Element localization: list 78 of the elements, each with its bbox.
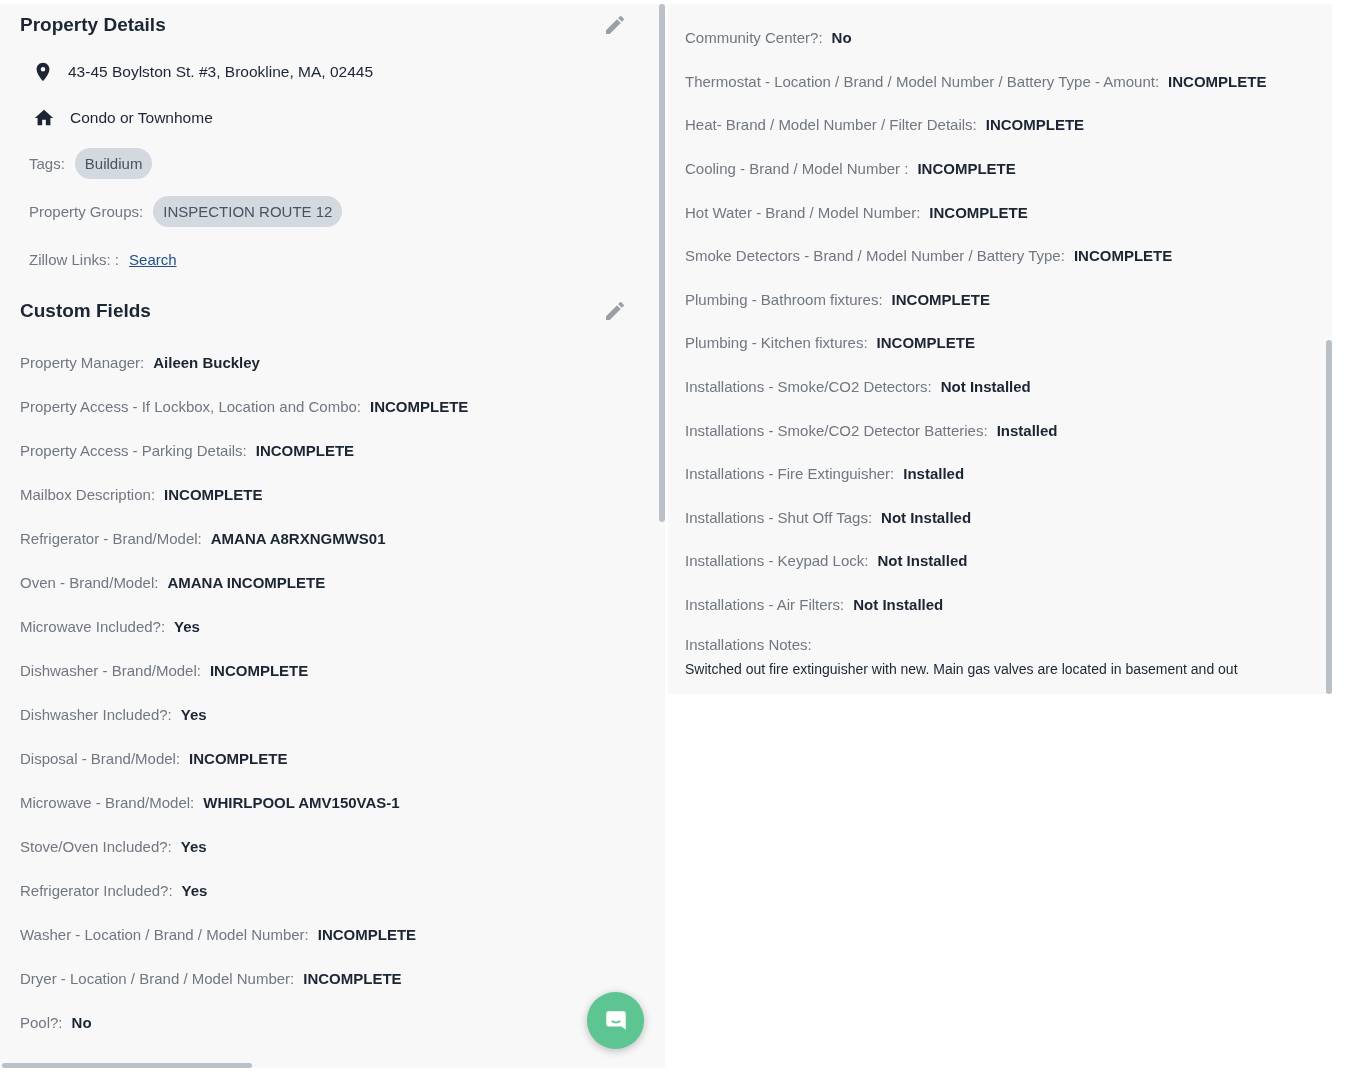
field-value: INCOMPLETE bbox=[985, 116, 1085, 134]
field-value: INCOMPLETE bbox=[929, 203, 1028, 221]
field-label: Washer - Location / Brand / Model Number: bbox=[20, 925, 309, 943]
field-label: Installations - Smoke/CO2 Detector Batteries: bbox=[685, 421, 988, 439]
field-label: Microwave Included?: bbox=[20, 617, 166, 635]
field-label: Plumbing - Kitchen fixtures: bbox=[685, 334, 868, 352]
field-value: Yes bbox=[174, 617, 200, 635]
field-label: Dryer - Location / Brand / Model Number: bbox=[20, 969, 295, 987]
field-label: Heat- Brand / Model Number / Filter Details: bbox=[685, 116, 977, 134]
field-label: Installations - Fire Extinguisher: bbox=[685, 465, 895, 483]
field-value: Yes bbox=[180, 837, 207, 855]
field-label: Refrigerator Included?: bbox=[20, 881, 173, 899]
field-label: Installations - Keypad Lock: bbox=[685, 552, 869, 570]
field-value: Not Installed bbox=[940, 378, 1031, 396]
field-value: Not Installed bbox=[877, 552, 968, 570]
field-value: Yes bbox=[181, 881, 208, 899]
field-value: INCOMPLETE bbox=[891, 290, 990, 308]
field-label: Stove/Oven Included?: bbox=[20, 837, 172, 855]
field-label: Installations - Smoke/CO2 Detectors: bbox=[685, 378, 932, 396]
field-label: Property Access - If Lockbox, Location and Combo: bbox=[20, 397, 361, 415]
field-value: Installed bbox=[996, 421, 1058, 439]
field-label: Installations Notes: bbox=[685, 636, 813, 654]
scrollbar[interactable] bbox=[1326, 340, 1332, 694]
scrollbar[interactable] bbox=[2, 1063, 252, 1068]
field-value: INCOMPLETE bbox=[255, 441, 355, 459]
field-value: INCOMPLETE bbox=[1073, 247, 1173, 265]
field-value: INCOMPLETE bbox=[917, 160, 1016, 178]
field-value: AMANA INCOMPLETE bbox=[167, 573, 326, 591]
field-value: Aileen Buckley bbox=[153, 353, 260, 371]
field-value: INCOMPLETE bbox=[209, 661, 309, 679]
field-label: Dishwasher - Brand/Model: bbox=[20, 661, 201, 679]
address: 43-45 Boylston St. #3, Brookline, MA, 02445 bbox=[68, 63, 373, 81]
tag-chip[interactable]: Buildium bbox=[74, 147, 153, 179]
field-label: Oven - Brand/Model: bbox=[20, 573, 159, 591]
section-title: Property Details bbox=[20, 14, 166, 36]
field-label: Hot Water - Brand / Model Number: bbox=[685, 203, 921, 221]
chat-button[interactable] bbox=[587, 992, 644, 1049]
property-groups-label: Property Groups: bbox=[29, 202, 144, 220]
property-type: Condo or Townhome bbox=[70, 109, 213, 127]
field-value: INCOMPLETE bbox=[876, 334, 975, 352]
scrollbar[interactable] bbox=[659, 4, 665, 522]
field-label: Dishwasher Included?: bbox=[20, 705, 172, 723]
field-value: Switched out fire extinguisher with new. Main gas valves are located in basement and out bbox=[685, 661, 1239, 678]
field-label: Property Access - Parking Details: bbox=[20, 441, 247, 459]
section-title: Custom Fields bbox=[20, 300, 151, 322]
field-label: Smoke Detectors - Brand / Model Number / Battery Type: bbox=[685, 247, 1065, 265]
field-value: WHIRLPOOL AMV150VAS-1 bbox=[203, 793, 400, 811]
field-label: Thermostat - Location / Brand / Model Number / Battery Type - Amount: bbox=[685, 72, 1160, 90]
field-value: AMANA A8RXNGMWS01 bbox=[210, 529, 386, 547]
field-value: Installed bbox=[903, 465, 965, 483]
field-label: Plumbing - Bathroom fixtures: bbox=[685, 290, 883, 308]
search-link[interactable]: Search bbox=[129, 250, 177, 268]
field-value: INCOMPLETE bbox=[303, 969, 402, 987]
field-value: No bbox=[831, 29, 852, 47]
edit-icon[interactable] bbox=[603, 299, 627, 323]
field-value: INCOMPLETE bbox=[317, 925, 417, 943]
field-label: Installations - Air Filters: bbox=[685, 596, 845, 613]
field-label: Disposal - Brand/Model: bbox=[20, 749, 181, 767]
field-value: INCOMPLETE bbox=[1168, 72, 1267, 90]
field-label: Microwave - Brand/Model: bbox=[20, 793, 195, 811]
group-chip[interactable]: INSPECTION ROUTE 12 bbox=[153, 195, 343, 227]
field-value: Not Installed bbox=[881, 508, 972, 526]
field-value: No bbox=[71, 1013, 92, 1031]
field-label: Cooling - Brand / Model Number : bbox=[685, 160, 909, 178]
field-label: Pool?: bbox=[20, 1013, 63, 1031]
field-value: INCOMPLETE bbox=[370, 397, 469, 415]
field-value: INCOMPLETE bbox=[189, 749, 288, 767]
field-label: Community Center?: bbox=[685, 29, 823, 47]
field-label: Refrigerator - Brand/Model: bbox=[20, 529, 202, 547]
field-value: Not Installed bbox=[853, 596, 944, 613]
field-value: INCOMPLETE bbox=[164, 485, 263, 503]
field-label: Installations - Shut Off Tags: bbox=[685, 508, 873, 526]
field-label: Mailbox Description: bbox=[20, 485, 156, 503]
field-label: Property Manager: bbox=[20, 353, 145, 371]
field-value: Yes bbox=[180, 705, 207, 723]
zillow-links-label: Zillow Links: : bbox=[29, 250, 120, 268]
tags-label: Tags: bbox=[29, 154, 65, 172]
edit-icon[interactable] bbox=[603, 13, 627, 37]
